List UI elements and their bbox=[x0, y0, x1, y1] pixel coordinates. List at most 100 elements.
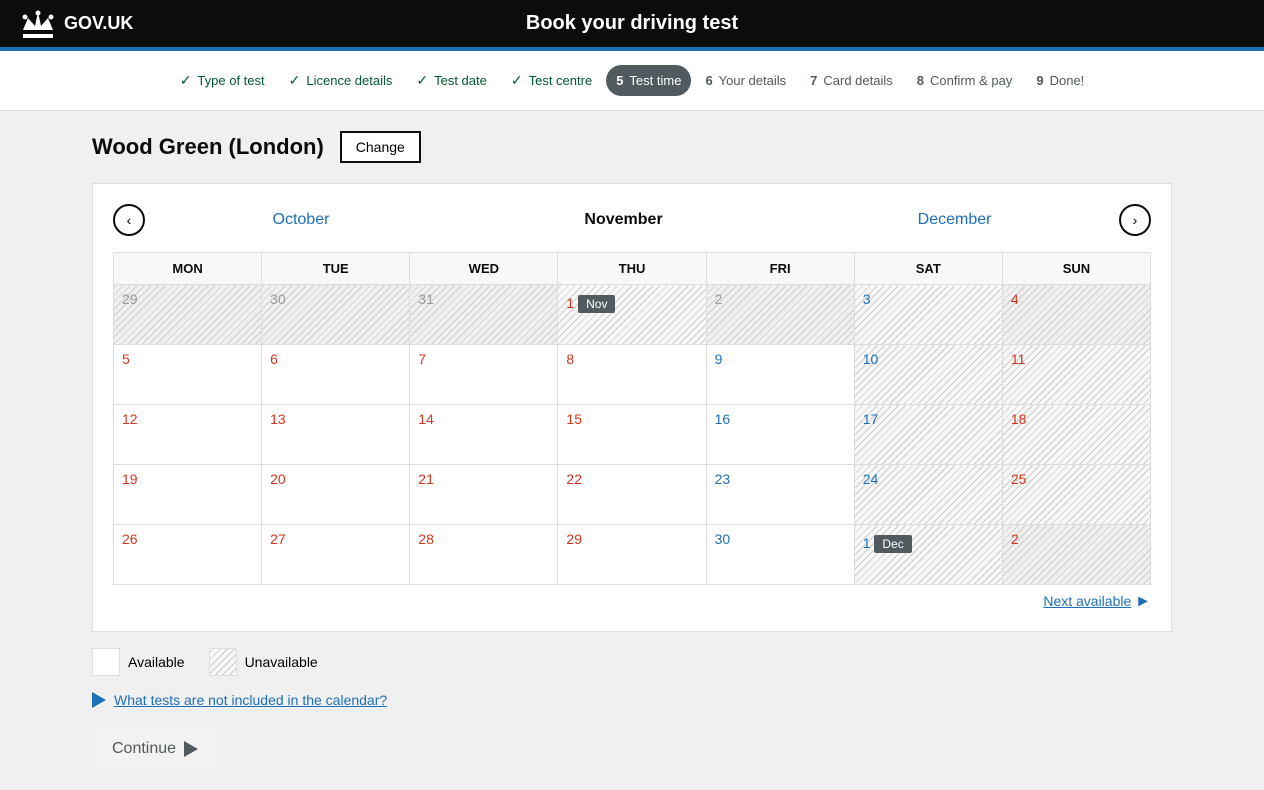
day-number: 15 bbox=[566, 411, 582, 427]
next-available-row: Next available ► bbox=[113, 585, 1151, 611]
day-number: 2 bbox=[715, 291, 723, 307]
cal-cell-13-nov[interactable]: 13 bbox=[262, 405, 410, 465]
day-number: 24 bbox=[863, 471, 879, 487]
current-month-label: November bbox=[584, 211, 662, 229]
cal-cell-28-nov[interactable]: 28 bbox=[410, 525, 558, 585]
cal-cell-7-nov[interactable]: 7 bbox=[410, 345, 558, 405]
calendar-header-row: MON TUE WED THU FRI SAT SUN bbox=[114, 253, 1151, 285]
step-label-1: Type of test bbox=[197, 73, 264, 88]
step-label-6: Your details bbox=[719, 73, 786, 88]
cal-cell-30-nov[interactable]: 30 bbox=[706, 525, 854, 585]
step-type-of-test[interactable]: ✓ Type of test bbox=[170, 64, 275, 97]
cal-cell-15-nov[interactable]: 15 bbox=[558, 405, 706, 465]
cal-cell-8-nov[interactable]: 8 bbox=[558, 345, 706, 405]
legend-unavailable-label: Unavailable bbox=[245, 654, 318, 670]
cal-cell-9-nov[interactable]: 9 bbox=[706, 345, 854, 405]
day-number: 1 bbox=[566, 295, 574, 311]
legend-unavailable-box bbox=[209, 648, 237, 676]
step-licence-details[interactable]: ✓ Licence details bbox=[279, 64, 403, 97]
progress-nav: ✓ Type of test ✓ Licence details ✓ Test … bbox=[0, 51, 1264, 111]
day-number: 11 bbox=[1011, 351, 1026, 367]
step-confirm-pay[interactable]: 8 Confirm & pay bbox=[907, 65, 1023, 96]
cal-cell-6-nov[interactable]: 6 bbox=[262, 345, 410, 405]
calendar-row-5: 26 27 28 29 30 1 Dec 2 bbox=[114, 525, 1151, 585]
day-number: 4 bbox=[1011, 291, 1019, 307]
step-num-8: 8 bbox=[917, 73, 924, 88]
cal-cell-22-nov[interactable]: 22 bbox=[558, 465, 706, 525]
check-icon-2: ✓ bbox=[289, 72, 301, 89]
cal-cell-16-nov[interactable]: 16 bbox=[706, 405, 854, 465]
day-number: 21 bbox=[418, 471, 434, 487]
cal-cell-29-oct: 29 bbox=[114, 285, 262, 345]
col-fri: FRI bbox=[706, 253, 854, 285]
cal-cell-27-nov[interactable]: 27 bbox=[262, 525, 410, 585]
step-label-9: Done! bbox=[1050, 73, 1085, 88]
step-num-9: 9 bbox=[1036, 73, 1043, 88]
cal-cell-5-nov[interactable]: 5 bbox=[114, 345, 262, 405]
day-number: 7 bbox=[418, 351, 426, 367]
next-available-link[interactable]: Next available bbox=[1043, 593, 1131, 609]
prev-month-label[interactable]: October bbox=[273, 211, 330, 229]
cal-cell-12-nov[interactable]: 12 bbox=[114, 405, 262, 465]
cal-cell-26-nov[interactable]: 26 bbox=[114, 525, 262, 585]
cal-cell-18-nov: 18 bbox=[1002, 405, 1150, 465]
day-number: 28 bbox=[418, 531, 434, 547]
location-bar: Wood Green (London) Change bbox=[92, 131, 1172, 163]
legend-available-label: Available bbox=[128, 654, 185, 670]
month-badge-dec: Dec bbox=[874, 535, 911, 553]
step-test-centre[interactable]: ✓ Test centre bbox=[501, 64, 602, 97]
legend-available: Available bbox=[92, 648, 185, 676]
step-card-details[interactable]: 7 Card details bbox=[800, 65, 903, 96]
cal-cell-23-nov[interactable]: 23 bbox=[706, 465, 854, 525]
cal-cell-30-oct: 30 bbox=[262, 285, 410, 345]
next-month-label[interactable]: December bbox=[918, 211, 992, 229]
day-number: 5 bbox=[122, 351, 130, 367]
day-number: 19 bbox=[122, 471, 138, 487]
continue-button[interactable]: Continue bbox=[92, 728, 218, 770]
step-done[interactable]: 9 Done! bbox=[1026, 65, 1094, 96]
gov-logo: GOV.UK bbox=[20, 10, 133, 38]
cal-cell-19-nov[interactable]: 19 bbox=[114, 465, 262, 525]
day-number: 27 bbox=[270, 531, 286, 547]
page-header: GOV.UK Book your driving test bbox=[0, 0, 1264, 47]
day-number: 26 bbox=[122, 531, 138, 547]
step-label-3: Test date bbox=[434, 73, 487, 88]
location-title: Wood Green (London) bbox=[92, 134, 324, 160]
day-number: 1 bbox=[863, 535, 871, 551]
cal-cell-29-nov[interactable]: 29 bbox=[558, 525, 706, 585]
day-number: 31 bbox=[418, 291, 434, 307]
cal-cell-21-nov[interactable]: 21 bbox=[410, 465, 558, 525]
next-arrow-icon: ► bbox=[1135, 593, 1151, 610]
step-test-date[interactable]: ✓ Test date bbox=[406, 64, 497, 97]
info-link[interactable]: What tests are not included in the calen… bbox=[114, 692, 387, 708]
calendar-row-2: 5 6 7 8 9 10 11 bbox=[114, 345, 1151, 405]
col-thu: THU bbox=[558, 253, 706, 285]
logo-text: GOV.UK bbox=[64, 13, 133, 34]
step-test-time[interactable]: 5 Test time bbox=[606, 65, 691, 96]
prev-month-button[interactable]: ‹ bbox=[113, 204, 145, 236]
step-num-7: 7 bbox=[810, 73, 817, 88]
day-number: 29 bbox=[122, 291, 138, 307]
day-number: 9 bbox=[715, 351, 723, 367]
cal-cell-1-dec: 1 Dec bbox=[854, 525, 1002, 585]
calendar-container: ‹ October November December › MON TUE WE… bbox=[92, 183, 1172, 632]
change-location-button[interactable]: Change bbox=[340, 131, 421, 163]
crown-icon bbox=[20, 10, 56, 38]
next-month-button[interactable]: › bbox=[1119, 204, 1151, 236]
cal-cell-4-nov: 4 bbox=[1002, 285, 1150, 345]
step-your-details[interactable]: 6 Your details bbox=[695, 65, 796, 96]
cal-cell-14-nov[interactable]: 14 bbox=[410, 405, 558, 465]
info-link-row: What tests are not included in the calen… bbox=[92, 692, 1172, 708]
check-icon-1: ✓ bbox=[180, 72, 192, 89]
main-content: Wood Green (London) Change ‹ October Nov… bbox=[72, 111, 1192, 790]
check-icon-3: ✓ bbox=[416, 72, 428, 89]
day-number: 17 bbox=[863, 411, 879, 427]
day-number: 30 bbox=[270, 291, 286, 307]
cal-cell-20-nov[interactable]: 20 bbox=[262, 465, 410, 525]
calendar-legend: Available Unavailable bbox=[92, 648, 1172, 676]
day-number: 13 bbox=[270, 411, 286, 427]
step-label-7: Card details bbox=[823, 73, 892, 88]
cal-cell-10-nov: 10 bbox=[854, 345, 1002, 405]
day-number: 29 bbox=[566, 531, 582, 547]
cal-cell-1-nov[interactable]: 1 Nov bbox=[558, 285, 706, 345]
